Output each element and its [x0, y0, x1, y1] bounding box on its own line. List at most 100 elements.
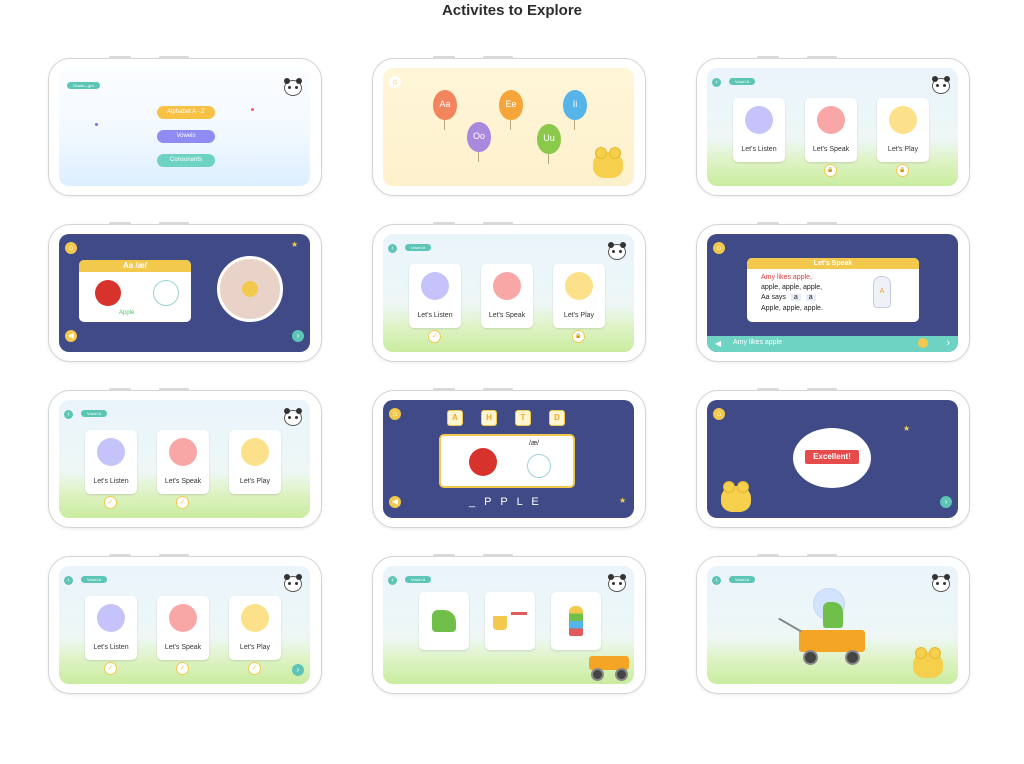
- check-icon: ✓: [104, 662, 117, 675]
- listen-card[interactable]: Let's Listen: [733, 98, 785, 162]
- activities-screen-checked: ‹ Vowel A Let's Listen Let's Speak Let's…: [383, 234, 634, 352]
- home-icon[interactable]: ⌂: [713, 242, 725, 254]
- speak-card[interactable]: Let's Speak: [805, 98, 857, 162]
- star-icon: ★: [903, 424, 911, 433]
- check-icon: ✓: [428, 330, 441, 343]
- phone-lets-speak: ⌂ Let's Speak Amy likes apple, apple, ap…: [696, 222, 970, 362]
- letter-tile-t[interactable]: T: [515, 410, 531, 426]
- panda-avatar-icon[interactable]: [284, 408, 302, 426]
- next-arrow-icon[interactable]: ›: [940, 496, 952, 508]
- balloon-ee[interactable]: Ee: [499, 90, 523, 130]
- mouth-icon: [527, 454, 551, 478]
- word-label: Apple: [119, 310, 135, 316]
- phonics-card: Aa /æ/ Apple: [79, 260, 191, 322]
- vowels-button[interactable]: Vowels: [157, 130, 215, 143]
- panda-avatar-icon[interactable]: [932, 574, 950, 592]
- play-card[interactable]: Let's Play: [553, 264, 605, 328]
- home-icon[interactable]: ⌂: [65, 242, 77, 254]
- balloon-uu[interactable]: Uu: [537, 124, 561, 164]
- phone-picture-cards: ‹ Vowel A: [372, 554, 646, 694]
- mouth-icon: [153, 280, 179, 306]
- letter-tile-d[interactable]: D: [549, 410, 565, 426]
- wheel-icon: [615, 668, 628, 681]
- rocket-icon: A: [873, 276, 891, 308]
- phonics-video-screen: ⌂ Aa /æ/ Apple ★ ◀ ›: [59, 234, 310, 352]
- lock-icon: 🔒: [896, 164, 909, 177]
- balloon-screen: ⌂ Aa Ee Ii Oo Uu: [383, 68, 634, 186]
- excellent-screen: ⌂ Excellent! ★ ›: [707, 400, 958, 518]
- panda-avatar-icon[interactable]: [284, 78, 302, 96]
- letter-tile-h[interactable]: H: [481, 410, 497, 426]
- back-icon[interactable]: ‹: [712, 78, 721, 87]
- play-card[interactable]: Let's Play: [229, 430, 281, 494]
- speak-card[interactable]: Let's Speak: [157, 430, 209, 494]
- phone-balloons: ⌂ Aa Ee Ii Oo Uu: [372, 56, 646, 196]
- activities-screen-two-checked: ‹ Vowel A Let's Listen Let's Speak Let's…: [59, 400, 310, 518]
- lets-speak-screen: ⌂ Let's Speak Amy likes apple, apple, ap…: [707, 234, 958, 352]
- star-icon: ★: [619, 496, 627, 505]
- back-icon[interactable]: ‹: [388, 576, 397, 585]
- next-arrow-icon[interactable]: ›: [292, 330, 304, 342]
- frog-mascot: [721, 481, 751, 512]
- balloon-ii[interactable]: Ii: [563, 90, 587, 130]
- activities-screen-all-checked: ‹ Vowel A Let's Listen Let's Speak Let's…: [59, 566, 310, 684]
- alphabet-button[interactable]: Alphabet A - Z: [157, 106, 215, 119]
- says-tile: a: [805, 294, 816, 301]
- wheel-icon: [803, 650, 818, 665]
- back-icon[interactable]: ‹: [712, 576, 721, 585]
- listen-card[interactable]: Let's Listen: [409, 264, 461, 328]
- panda-avatar-icon[interactable]: [932, 76, 950, 94]
- sound-icon[interactable]: ◀: [65, 330, 77, 342]
- sound-icon[interactable]: ◀: [715, 339, 721, 348]
- balloon-aa[interactable]: Aa: [433, 90, 457, 130]
- toys-card[interactable]: [485, 592, 535, 650]
- panda-avatar-icon[interactable]: [608, 242, 626, 260]
- activities-screen-locked: ‹ Vowel A Let's Listen Let's Speak Let's…: [707, 68, 958, 186]
- dot-decoration: [95, 123, 98, 126]
- speak-card[interactable]: Let's Speak: [157, 596, 209, 660]
- mic-icon[interactable]: [918, 338, 928, 348]
- balloon-oo[interactable]: Oo: [467, 122, 491, 162]
- grade-badge[interactable]: Grade—gro: [67, 82, 100, 89]
- play-card[interactable]: Let's Play: [229, 596, 281, 660]
- speak-line-4: Apple, apple, apple.: [761, 305, 823, 312]
- wagon-handle-icon: [778, 617, 802, 633]
- home-icon[interactable]: ⌂: [713, 408, 725, 420]
- back-icon[interactable]: ‹: [388, 244, 397, 253]
- frog-mascot: [593, 147, 623, 178]
- sound-icon[interactable]: ◀: [389, 496, 401, 508]
- listen-card[interactable]: Let's Listen: [85, 596, 137, 660]
- speak-card[interactable]: Let's Speak: [481, 264, 533, 328]
- video-player[interactable]: [217, 256, 283, 322]
- spelling-screen: ⌂ A H T D /æ/ _ P P L E ◀ ★: [383, 400, 634, 518]
- bucket-icon: [493, 616, 507, 630]
- excellent-banner: Excellent!: [805, 450, 859, 464]
- phone-wagon-scene: ‹ Vowel A: [696, 554, 970, 694]
- phonics-header: Aa /æ/: [79, 260, 191, 272]
- vowel-badge: Vowel A: [81, 576, 108, 583]
- panda-avatar-icon[interactable]: [284, 574, 302, 592]
- next-arrow-icon[interactable]: ›: [292, 664, 304, 676]
- home-icon[interactable]: ⌂: [389, 408, 401, 420]
- next-arrow-icon[interactable]: ›: [946, 337, 950, 349]
- back-icon[interactable]: ‹: [64, 410, 73, 419]
- panda-avatar-icon[interactable]: [608, 574, 626, 592]
- listen-card[interactable]: Let's Listen: [85, 430, 137, 494]
- menu-screen: Grade—gro Alphabet A - Z Vowels Consonan…: [59, 68, 310, 186]
- speak-card: Let's Speak Amy likes apple, apple, appl…: [747, 258, 919, 322]
- speech-bar-text: Amy likes apple: [733, 339, 783, 346]
- stacking-rings-card[interactable]: [551, 592, 601, 650]
- vowel-badge: Vowel A: [405, 576, 432, 583]
- back-icon[interactable]: ‹: [64, 576, 73, 585]
- phone-excellent: ⌂ Excellent! ★ ›: [696, 388, 970, 528]
- play-icon[interactable]: [242, 281, 258, 297]
- letter-tile-a[interactable]: A: [447, 410, 463, 426]
- consonants-button[interactable]: Consonants: [157, 154, 215, 167]
- home-icon[interactable]: ⌂: [389, 76, 401, 88]
- dinosaur-card[interactable]: [419, 592, 469, 650]
- check-icon: ✓: [104, 496, 117, 509]
- play-card[interactable]: Let's Play: [877, 98, 929, 162]
- lock-icon: 🔒: [824, 164, 837, 177]
- wagon-scene-screen: ‹ Vowel A: [707, 566, 958, 684]
- apple-icon: [95, 280, 121, 306]
